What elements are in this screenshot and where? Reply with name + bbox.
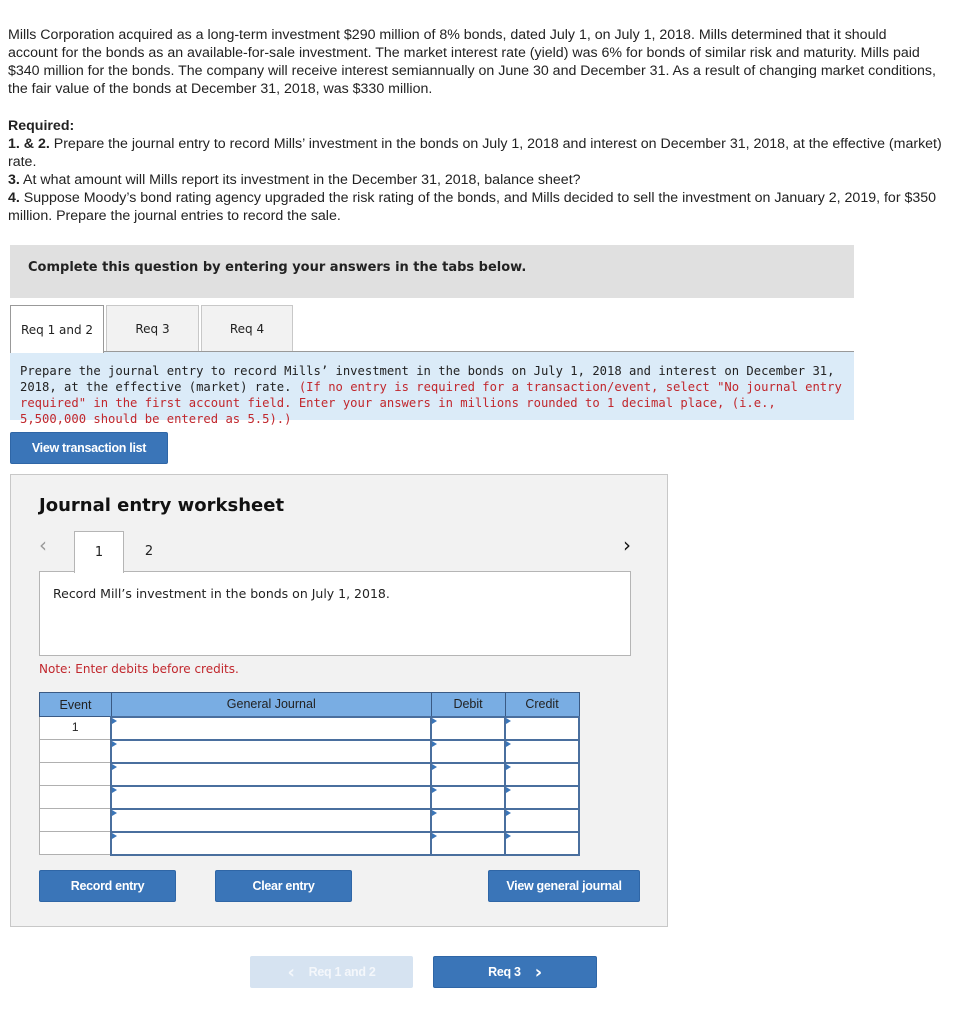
credit-cell[interactable] — [504, 807, 580, 833]
requirement-instructions: Prepare the journal entry to record Mill… — [10, 352, 854, 426]
journal-table-header: Event General Journal Debit Credit — [39, 692, 580, 717]
chevron-left-icon[interactable]: ‹ — [39, 533, 47, 557]
worksheet-title: Journal entry worksheet — [39, 495, 285, 516]
chevron-left-icon: ‹ — [287, 961, 295, 983]
table-row — [39, 784, 580, 810]
entry-tab-2[interactable]: 2 — [124, 531, 174, 572]
event-cell — [39, 808, 112, 832]
debit-input[interactable] — [432, 740, 505, 762]
header-event: Event — [39, 692, 112, 717]
tab-req-3[interactable]: Req 3 — [106, 305, 199, 352]
problem-text: Mills Corporation acquired as a long-ter… — [8, 27, 936, 97]
account-input[interactable] — [112, 832, 431, 854]
table-row — [39, 761, 580, 787]
credit-input[interactable] — [506, 832, 578, 854]
table-row: 1 — [39, 715, 580, 741]
journal-entry-worksheet: Journal entry worksheet ‹ 1 2 › Record M… — [10, 474, 668, 927]
credit-cell[interactable] — [504, 830, 580, 856]
debit-cell[interactable] — [430, 715, 507, 741]
next-req-label: Req 3 — [488, 965, 521, 979]
debit-input[interactable] — [432, 763, 505, 785]
header-debit: Debit — [430, 692, 506, 717]
prev-req-label: Req 1 and 2 — [308, 965, 376, 979]
account-input[interactable] — [112, 809, 431, 831]
tab-req-4[interactable]: Req 4 — [201, 305, 293, 352]
required-item-3: 3. At what amount will Mills report its … — [8, 172, 581, 188]
account-input[interactable] — [112, 763, 431, 785]
event-cell — [39, 762, 112, 786]
account-cell[interactable] — [110, 807, 433, 833]
instructions-banner: Complete this question by entering your … — [10, 245, 854, 298]
required-item-1-2: 1. & 2. Prepare the journal entry to rec… — [8, 136, 942, 170]
account-cell[interactable] — [110, 830, 433, 856]
debit-cell[interactable] — [430, 738, 507, 764]
debits-note: Note: Enter debits before credits. — [39, 662, 239, 676]
debit-cell[interactable] — [430, 830, 507, 856]
journal-table: Event General Journal Debit Credit 1 — [39, 692, 580, 856]
required-heading: Required: — [8, 118, 75, 134]
header-general-journal: General Journal — [110, 692, 432, 717]
next-req-button[interactable]: Req 3 › — [433, 956, 597, 988]
account-cell[interactable] — [110, 761, 433, 787]
debit-input[interactable] — [432, 717, 505, 739]
event-cell — [39, 739, 112, 763]
debit-input[interactable] — [432, 786, 505, 808]
prev-req-button[interactable]: ‹ Req 1 and 2 — [250, 956, 413, 988]
credit-input[interactable] — [506, 786, 578, 808]
credit-input[interactable] — [506, 740, 578, 762]
credit-input[interactable] — [506, 809, 578, 831]
event-cell: 1 — [39, 716, 112, 740]
table-row — [39, 738, 580, 764]
chevron-right-icon[interactable]: › — [623, 533, 631, 557]
clear-entry-button[interactable]: Clear entry — [215, 870, 352, 902]
debit-input[interactable] — [432, 832, 505, 854]
entry-description-text: Record Mill’s investment in the bonds on… — [53, 586, 390, 601]
problem-statement: Mills Corporation acquired as a long-ter… — [8, 26, 938, 98]
credit-cell[interactable] — [504, 761, 580, 787]
account-input[interactable] — [112, 740, 431, 762]
debit-input[interactable] — [432, 809, 505, 831]
account-cell[interactable] — [110, 738, 433, 764]
credit-cell[interactable] — [504, 784, 580, 810]
entry-tab-1[interactable]: 1 — [74, 531, 124, 573]
debit-cell[interactable] — [430, 761, 507, 787]
table-row — [39, 807, 580, 833]
debit-cell[interactable] — [430, 784, 507, 810]
event-cell — [39, 785, 112, 809]
account-input[interactable] — [112, 717, 431, 739]
entry-description: Record Mill’s investment in the bonds on… — [39, 571, 631, 656]
banner-text: Complete this question by entering your … — [28, 260, 527, 275]
debit-cell[interactable] — [430, 807, 507, 833]
account-input[interactable] — [112, 786, 431, 808]
chevron-right-icon: › — [534, 961, 542, 983]
table-row — [39, 830, 580, 856]
account-cell[interactable] — [110, 784, 433, 810]
header-credit: Credit — [504, 692, 580, 717]
view-general-journal-button[interactable]: View general journal — [488, 870, 640, 902]
credit-input[interactable] — [506, 763, 578, 785]
requirement-tabs: Req 1 and 2 Req 3 Req 4 — [10, 305, 854, 353]
required-section: Required: 1. & 2. Prepare the journal en… — [8, 117, 943, 225]
view-transaction-list-button[interactable]: View transaction list — [10, 432, 168, 464]
credit-input[interactable] — [506, 717, 578, 739]
credit-cell[interactable] — [504, 715, 580, 741]
required-item-4: 4. Suppose Moody’s bond rating agency up… — [8, 190, 937, 224]
credit-cell[interactable] — [504, 738, 580, 764]
account-cell[interactable] — [110, 715, 433, 741]
tab-req-1-and-2[interactable]: Req 1 and 2 — [10, 305, 104, 353]
event-cell — [39, 831, 112, 855]
record-entry-button[interactable]: Record entry — [39, 870, 176, 902]
